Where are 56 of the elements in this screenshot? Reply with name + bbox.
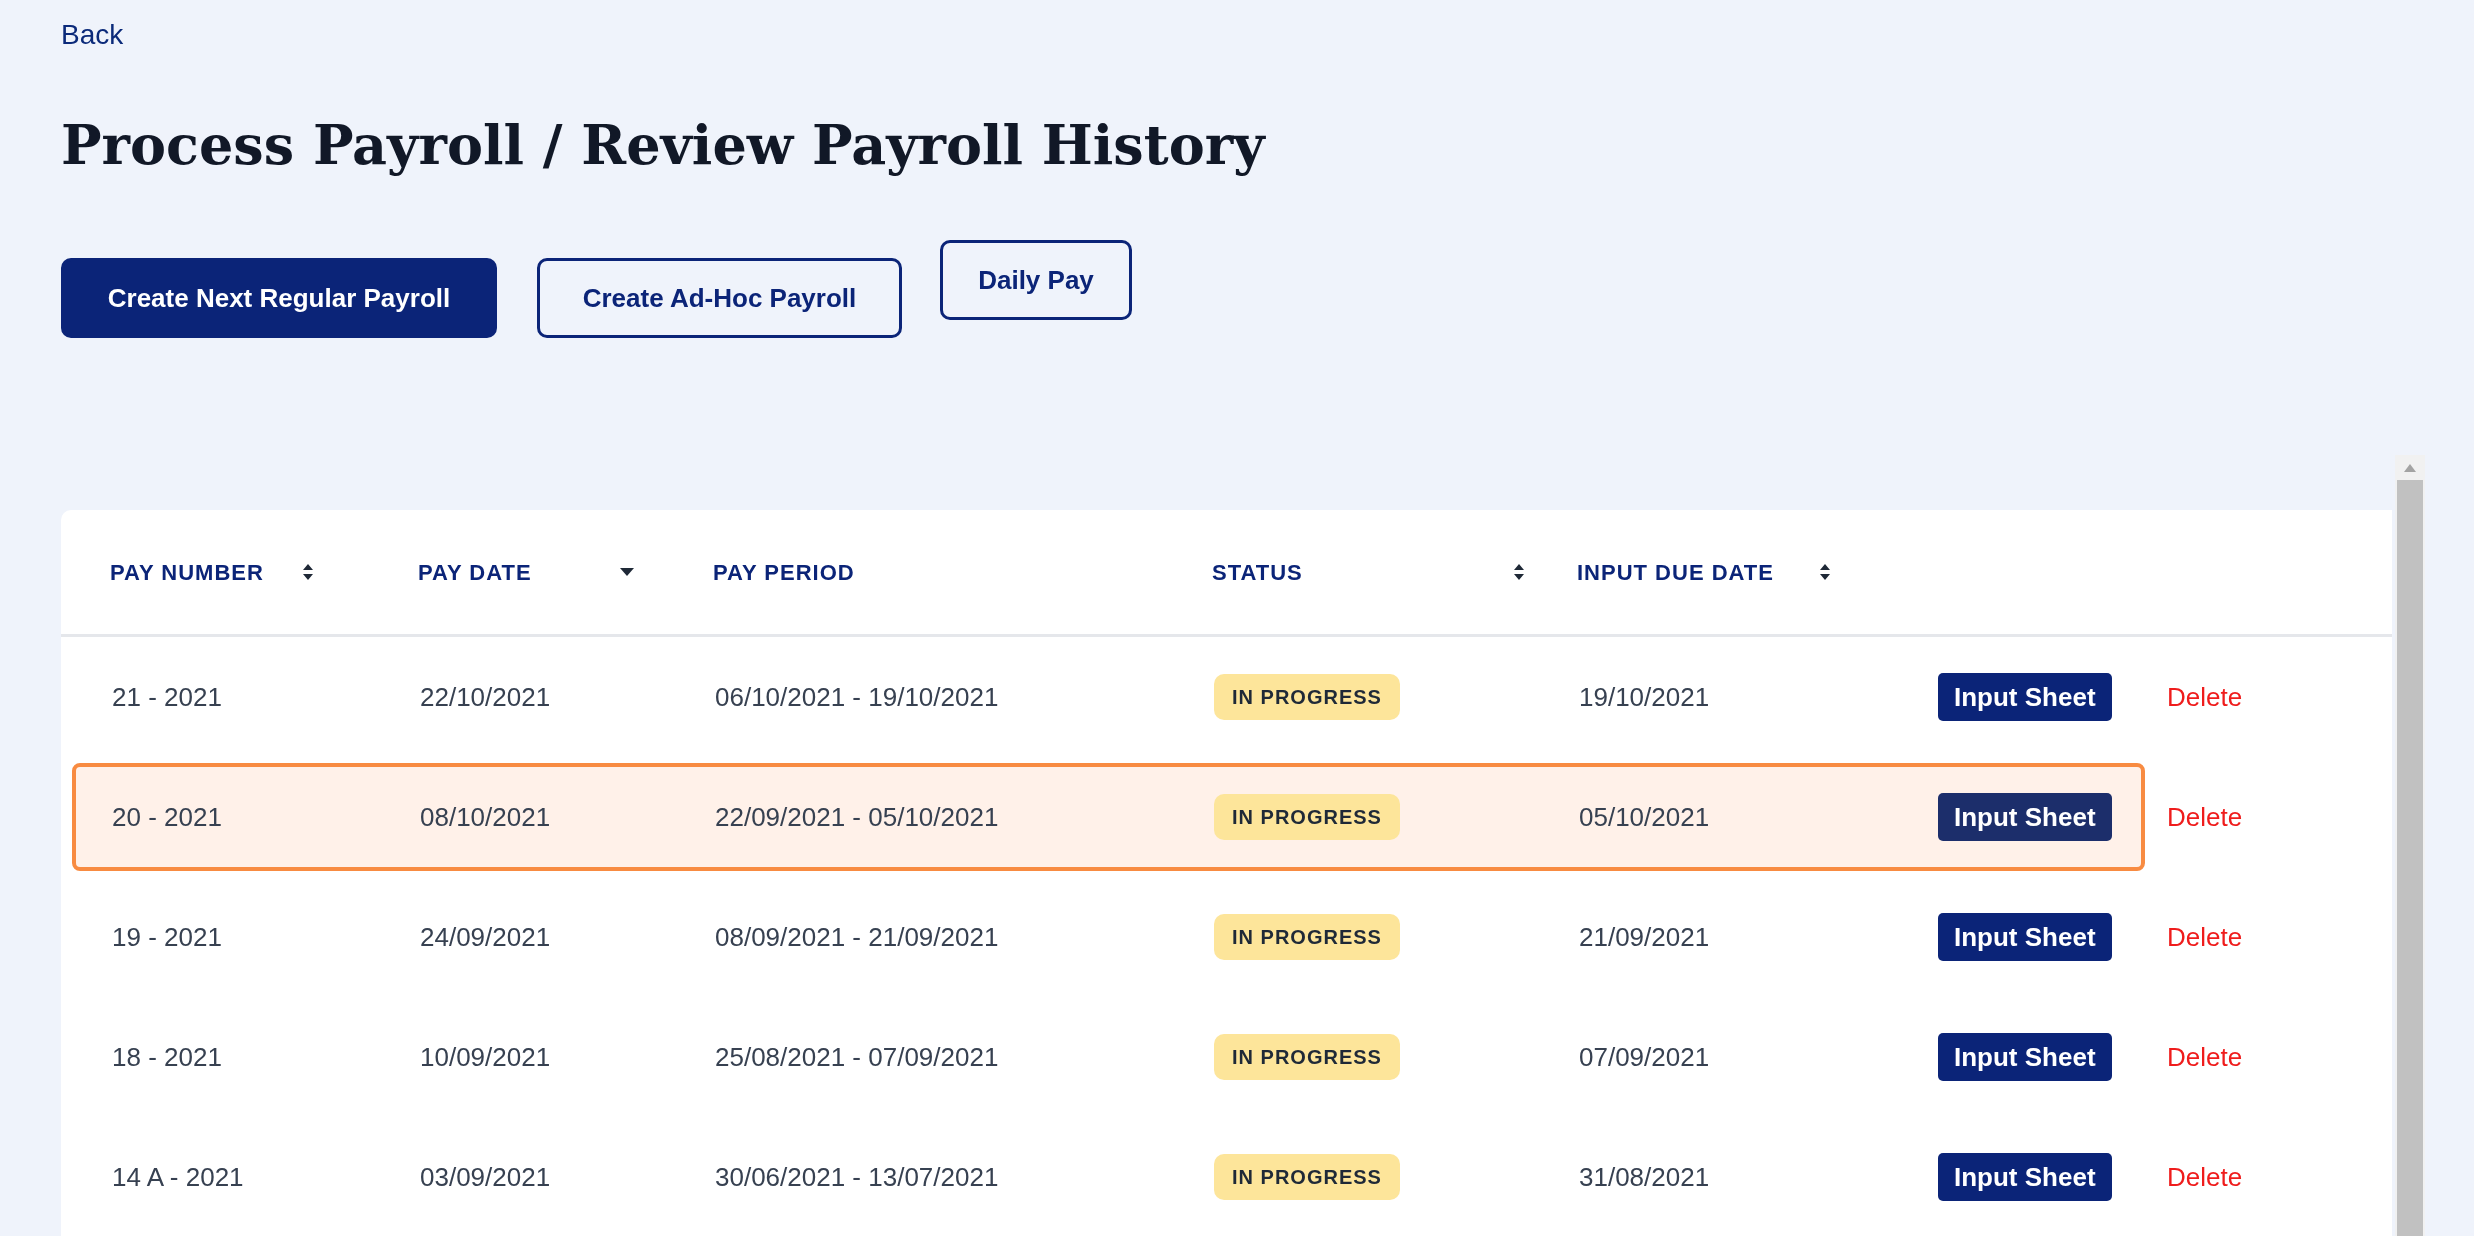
table-row[interactable]: 18 - 2021 10/09/2021 25/08/2021 - 07/09/2021 IN PROGRESS 07/09/2021 Input Sheet <box>72 1003 2145 1111</box>
table-cell: 20 - 2021 <box>112 801 222 832</box>
table-cell: 24/09/2021 <box>420 921 551 952</box>
input-sheet-button[interactable]: Input Sheet <box>1938 1033 2112 1081</box>
table-cell: 08/10/2021 <box>420 801 551 832</box>
delete-link[interactable]: Delete <box>2167 1157 2243 1197</box>
column-header: STATUS <box>1212 558 1303 587</box>
table-cell: 03/09/2021 <box>420 1161 551 1192</box>
column-header: PAY NUMBER <box>110 558 264 587</box>
scrollbar-thumb[interactable] <box>2397 480 2423 1236</box>
back-link[interactable]: Back <box>61 16 124 54</box>
column-header: PAY DATE <box>418 558 532 587</box>
sort-icon[interactable] <box>301 563 314 581</box>
action-button[interactable]: Create Ad-Hoc Payroll <box>537 258 902 338</box>
input-sheet-button[interactable]: Input Sheet <box>1938 1153 2112 1201</box>
table-cell: 08/09/2021 - 21/09/2021 <box>715 921 999 952</box>
table-cell: 07/09/2021 <box>1579 1041 1710 1072</box>
table-row[interactable]: 19 - 2021 24/09/2021 08/09/2021 - 21/09/2021 IN PROGRESS 21/09/2021 Input Sheet <box>72 883 2145 991</box>
table-cell: 10/09/2021 <box>420 1041 551 1072</box>
table-row[interactable]: 21 - 2021 22/10/2021 06/10/2021 - 19/10/2021 IN PROGRESS 19/10/2021 Input Sheet <box>72 643 2145 751</box>
status-badge: IN PROGRESS <box>1214 1154 1400 1200</box>
table-cell: 06/10/2021 - 19/10/2021 <box>715 681 999 712</box>
sort-descending-icon[interactable] <box>619 567 634 577</box>
status-badge: IN PROGRESS <box>1214 674 1400 720</box>
input-sheet-button[interactable]: Input Sheet <box>1938 673 2112 721</box>
delete-link[interactable]: Delete <box>2167 797 2243 837</box>
table-cell: 31/08/2021 <box>1579 1161 1710 1192</box>
sort-icon[interactable] <box>1818 563 1831 581</box>
input-sheet-button[interactable]: Input Sheet <box>1938 793 2112 841</box>
action-button[interactable]: Daily Pay <box>940 240 1132 320</box>
table-cell: 22/10/2021 <box>420 681 551 712</box>
status-badge: IN PROGRESS <box>1214 914 1400 960</box>
table-cell: 21 - 2021 <box>112 681 222 712</box>
status-badge: IN PROGRESS <box>1214 1034 1400 1080</box>
status-badge: IN PROGRESS <box>1214 794 1400 840</box>
table-cell: 19 - 2021 <box>112 921 222 952</box>
table-cell: 18 - 2021 <box>112 1041 222 1072</box>
input-sheet-button[interactable]: Input Sheet <box>1938 913 2112 961</box>
table-cell: 21/09/2021 <box>1579 921 1710 952</box>
delete-link[interactable]: Delete <box>2167 917 2243 957</box>
table-row[interactable]: 14 A - 2021 03/09/2021 30/06/2021 - 13/07/2021 IN PROGRESS 31/08/2021 Input Sheet <box>72 1123 2145 1231</box>
table-cell: 22/09/2021 - 05/10/2021 <box>715 801 999 832</box>
page-title: Process Payroll / Review Payroll History <box>61 112 1265 179</box>
table-cell: 30/06/2021 - 13/07/2021 <box>715 1161 999 1192</box>
table-cell: 05/10/2021 <box>1579 801 1710 832</box>
table-cell: 25/08/2021 - 07/09/2021 <box>715 1041 999 1072</box>
action-button[interactable]: Create Next Regular Payroll <box>61 258 497 338</box>
sort-icon[interactable] <box>1512 563 1525 581</box>
column-header: PAY PERIOD <box>713 558 855 587</box>
delete-link[interactable]: Delete <box>2167 677 2243 717</box>
table-cell: 14 A - 2021 <box>112 1161 244 1192</box>
scrollbar[interactable] <box>2395 455 2425 1236</box>
column-header: INPUT DUE DATE <box>1577 558 1774 587</box>
delete-link[interactable]: Delete <box>2167 1037 2243 1077</box>
table-cell: 19/10/2021 <box>1579 681 1710 712</box>
highlighted-row[interactable]: 20 - 2021 08/10/2021 22/09/2021 - 05/10/2021 IN PROGRESS 05/10/2021 Input Sheet <box>72 763 2145 871</box>
